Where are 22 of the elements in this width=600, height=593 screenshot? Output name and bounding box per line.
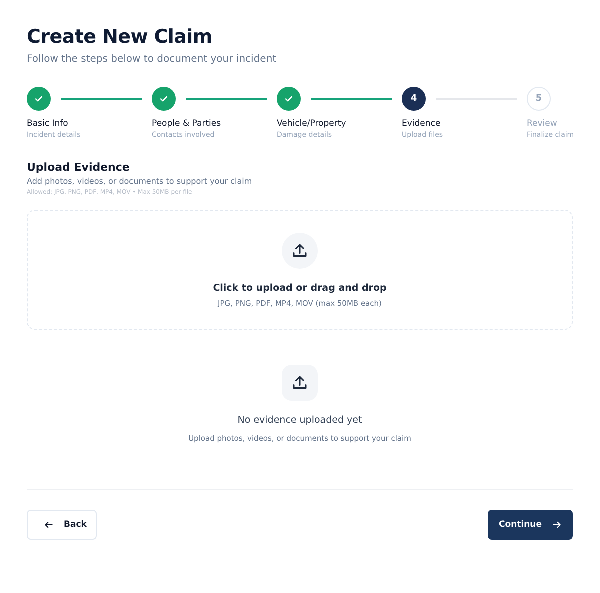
- continue-button[interactable]: Continue: [488, 510, 573, 540]
- step-label: Review: [527, 119, 558, 129]
- step-number: 5: [536, 94, 542, 104]
- arrow-right-icon: [552, 520, 562, 530]
- arrow-left-icon: [44, 520, 54, 530]
- step-label: Evidence: [402, 119, 442, 129]
- section-description: Add photos, videos, or documents to support your claim: [27, 177, 254, 186]
- step-label: Vehicle/Property: [277, 119, 348, 129]
- step-label: Basic Info: [27, 119, 70, 129]
- check-icon: [34, 94, 44, 104]
- page-subtitle: Follow the steps below to document your incident: [27, 54, 278, 65]
- step-label: People & Parties: [152, 119, 222, 129]
- step-number: 4: [410, 94, 418, 104]
- upload-icon: [291, 374, 309, 392]
- section-title: Upload Evidence: [27, 161, 131, 174]
- dropzone-title: Click to upload or drag and drop: [213, 282, 387, 294]
- page-title: Create New Claim: [27, 26, 214, 48]
- back-button[interactable]: Back: [27, 510, 97, 540]
- upload-icon: [291, 242, 309, 260]
- check-icon: [284, 94, 294, 104]
- empty-state-title: No evidence uploaded yet: [238, 415, 362, 426]
- check-icon: [159, 94, 169, 104]
